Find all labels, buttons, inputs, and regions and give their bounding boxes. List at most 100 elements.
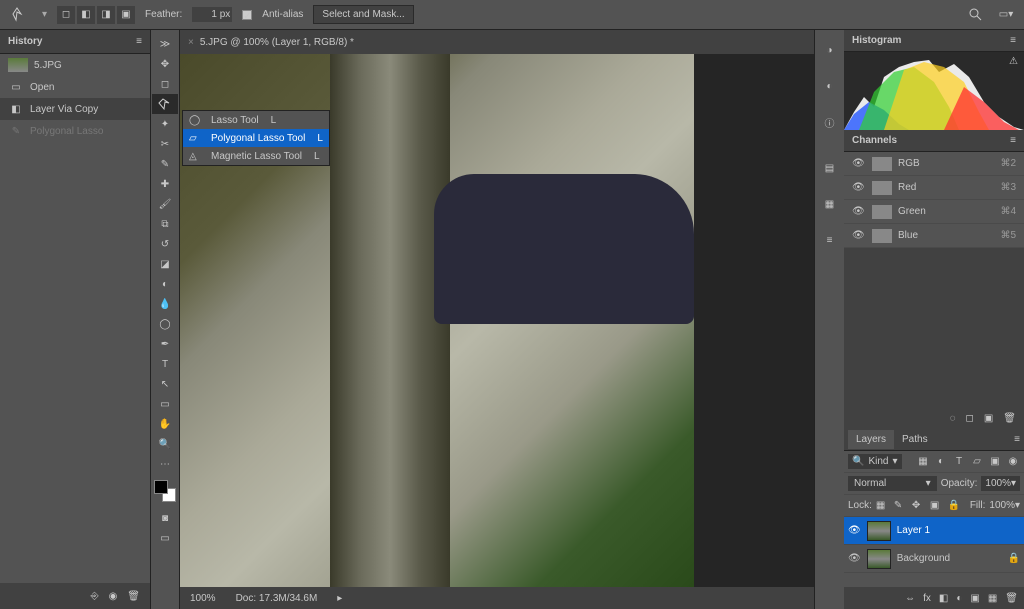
flyout-lasso-tool[interactable]: ◯ Lasso Tool L — [183, 111, 329, 129]
paths-tab[interactable]: Paths — [894, 430, 936, 449]
selection-subtract-icon[interactable]: ◨ — [97, 6, 115, 24]
doc-info[interactable]: Doc: 17.3M/34.6M — [236, 593, 318, 604]
visibility-icon[interactable]: 👁 — [852, 230, 866, 241]
blend-mode-dropdown[interactable]: Normal▾ — [848, 476, 937, 491]
filter-kind-dropdown[interactable]: 🔍Kind▾ — [848, 454, 902, 469]
trash-icon[interactable]: 🗑 — [127, 591, 140, 602]
link-layers-icon[interactable]: ⇔ — [905, 593, 915, 604]
actions-panel-icon[interactable]: ▦ — [820, 194, 840, 214]
eyedropper-tool-icon[interactable]: ✎ — [152, 154, 178, 174]
new-layer-icon[interactable]: ▦ — [988, 593, 997, 604]
group-icon[interactable]: ▣ — [970, 593, 979, 604]
chevron-down-icon[interactable]: ▾ — [42, 9, 47, 20]
selection-new-icon[interactable]: ◻ — [57, 6, 75, 24]
selection-intersect-icon[interactable]: ▣ — [117, 6, 135, 24]
type-tool-icon[interactable]: T — [152, 354, 178, 374]
tool-preset-icon[interactable] — [8, 3, 32, 27]
rectangle-tool-icon[interactable]: ▭ — [152, 394, 178, 414]
edit-toolbar-icon[interactable]: ⋯ — [152, 454, 178, 474]
search-icon[interactable] — [966, 5, 986, 25]
screen-mode-icon[interactable]: ▭ — [152, 528, 178, 548]
hand-tool-icon[interactable]: ✋ — [152, 414, 178, 434]
history-step-layer-via-copy[interactable]: ◧ Layer Via Copy — [0, 98, 150, 120]
visibility-icon[interactable]: 👁 — [852, 206, 866, 217]
adjustment-layer-icon[interactable]: ◐ — [956, 593, 962, 604]
channel-red[interactable]: 👁Red⌘3 — [844, 176, 1024, 200]
select-and-mask-button[interactable]: Select and Mask... — [313, 5, 413, 24]
zoom-tool-icon[interactable]: 🔍 — [152, 434, 178, 454]
new-channel-icon[interactable]: ▣ — [984, 413, 993, 424]
visibility-icon[interactable]: 👁 — [852, 182, 866, 193]
lock-transparent-icon[interactable]: ▦ — [876, 500, 888, 511]
antialias-checkbox[interactable]: ✓ — [242, 10, 252, 20]
create-document-icon[interactable]: ⎆ — [91, 591, 99, 602]
selection-add-icon[interactable]: ◧ — [77, 6, 95, 24]
move-tool-icon[interactable]: ✥ — [152, 54, 178, 74]
panel-menu-icon[interactable]: ≡ — [136, 36, 142, 47]
camera-icon[interactable]: ◉ — [109, 591, 118, 602]
tab-grip-icon[interactable]: ≫ — [152, 34, 178, 54]
info-panel-icon[interactable]: ⓘ — [820, 112, 840, 132]
filter-type-icon[interactable]: T — [952, 456, 966, 467]
color-swatch[interactable] — [154, 480, 176, 502]
adjustments-panel-icon[interactable]: ◐ — [820, 76, 840, 96]
properties-panel-icon[interactable]: ≡ — [820, 230, 840, 250]
crop-tool-icon[interactable]: ✂ — [152, 134, 178, 154]
panel-menu-icon[interactable]: ≡ — [1010, 135, 1016, 146]
magic-wand-tool-icon[interactable]: ✦ — [152, 114, 178, 134]
history-step-polygonal-lasso[interactable]: ✎ Polygonal Lasso — [0, 120, 150, 142]
filter-pixel-icon[interactable]: ▦ — [916, 456, 930, 467]
trash-icon[interactable]: 🗑 — [1005, 593, 1018, 604]
layers-tab[interactable]: Layers — [848, 430, 894, 449]
layer-mask-icon[interactable]: ◧ — [939, 593, 948, 604]
layer-thumbnail[interactable] — [867, 549, 891, 569]
filter-adjustment-icon[interactable]: ◐ — [934, 456, 948, 467]
document-tab[interactable]: × 5.JPG @ 100% (Layer 1, RGB/8) * — [180, 30, 814, 54]
lock-artboard-icon[interactable]: ▣ — [930, 500, 942, 511]
opacity-input[interactable]: 100%▾ — [981, 476, 1020, 491]
histogram-display[interactable]: ⚠ — [844, 52, 1024, 130]
quick-mask-icon[interactable]: ◙ — [152, 508, 178, 528]
channel-green[interactable]: 👁Green⌘4 — [844, 200, 1024, 224]
fill-input[interactable]: 100%▾ — [989, 500, 1020, 511]
load-selection-icon[interactable]: ◌ — [950, 413, 956, 424]
color-panel-icon[interactable]: ◑ — [820, 40, 840, 60]
visibility-icon[interactable]: 👁 — [848, 553, 861, 564]
filter-smart-icon[interactable]: ▣ — [988, 456, 1002, 467]
foreground-color-swatch[interactable] — [154, 480, 168, 494]
filter-shape-icon[interactable]: ▱ — [970, 456, 984, 467]
lock-image-icon[interactable]: ✎ — [894, 500, 906, 511]
panel-menu-icon[interactable]: ≡ — [1010, 35, 1016, 46]
blur-tool-icon[interactable]: 💧 — [152, 294, 178, 314]
history-brush-tool-icon[interactable]: ↺ — [152, 234, 178, 254]
layer-thumbnail[interactable] — [867, 521, 891, 541]
libraries-panel-icon[interactable]: ▤ — [820, 158, 840, 178]
histogram-warning-icon[interactable]: ⚠ — [1009, 56, 1018, 67]
workspace-icon[interactable]: ▭▾ — [996, 5, 1016, 25]
flyout-magnetic-lasso-tool[interactable]: ◬ Magnetic Lasso Tool L — [183, 147, 329, 165]
layer-style-icon[interactable]: fx — [923, 593, 931, 604]
tab-close-icon[interactable]: × — [188, 37, 194, 48]
channel-blue[interactable]: 👁Blue⌘5 — [844, 224, 1024, 248]
dodge-tool-icon[interactable]: ◯ — [152, 314, 178, 334]
channel-rgb[interactable]: 👁RGB⌘2 — [844, 152, 1024, 176]
visibility-icon[interactable]: 👁 — [848, 525, 861, 536]
flyout-polygonal-lasso-tool[interactable]: ▱ Polygonal Lasso Tool L — [183, 129, 329, 147]
filter-toggle-icon[interactable]: ◉ — [1006, 456, 1020, 467]
zoom-level[interactable]: 100% — [190, 593, 216, 604]
feather-input[interactable] — [192, 7, 232, 22]
lock-all-icon[interactable]: 🔒 — [948, 500, 960, 511]
gradient-tool-icon[interactable]: ◐ — [152, 274, 178, 294]
brush-tool-icon[interactable]: 🖌 — [152, 194, 178, 214]
healing-brush-tool-icon[interactable]: ✚ — [152, 174, 178, 194]
save-selection-icon[interactable]: ◻ — [966, 413, 974, 424]
lock-position-icon[interactable]: ✥ — [912, 500, 924, 511]
layer-row[interactable]: 👁 Layer 1 — [844, 517, 1024, 545]
visibility-icon[interactable]: 👁 — [852, 158, 866, 169]
pen-tool-icon[interactable]: ✒ — [152, 334, 178, 354]
layer-row[interactable]: 👁 Background 🔒 — [844, 545, 1024, 573]
clone-stamp-tool-icon[interactable]: ⧉ — [152, 214, 178, 234]
status-chevron-icon[interactable]: ▸ — [337, 593, 342, 604]
path-selection-tool-icon[interactable]: ↖ — [152, 374, 178, 394]
marquee-tool-icon[interactable]: ◻ — [152, 74, 178, 94]
